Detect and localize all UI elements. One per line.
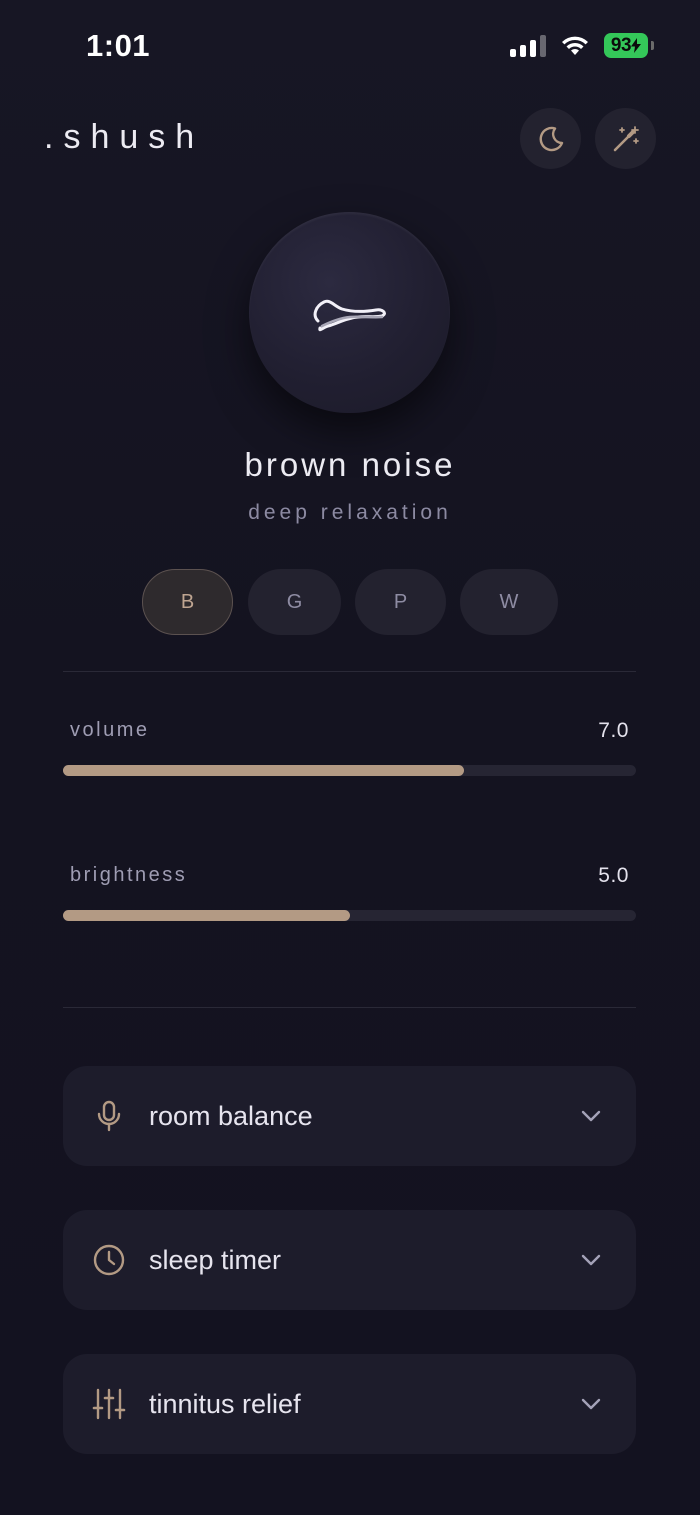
status-time: 1:01 [86,28,151,63]
noise-title: brown noise [244,446,456,483]
battery-indicator: 93 [604,33,654,58]
volume-value: 7.0 [598,719,629,742]
noise-type-pink[interactable]: P [355,569,446,635]
magic-wand-button[interactable] [595,108,656,169]
night-mode-button[interactable] [520,108,581,169]
tinnitus-relief-label: tinnitus relief [149,1388,301,1419]
room-balance-section[interactable]: room balance [63,1066,636,1166]
volume-label: volume [70,719,150,741]
noise-type-brown[interactable]: B [142,569,233,635]
sleep-timer-section[interactable]: sleep timer [63,1210,636,1310]
divider [63,1007,636,1008]
noise-play-orb[interactable] [249,212,450,413]
brightness-slider[interactable] [63,910,636,921]
chevron-down-icon [581,1254,601,1266]
brightness-label: brightness [70,864,188,886]
room-balance-label: room balance [149,1100,313,1131]
brightness-value: 5.0 [598,864,629,887]
brightness-slider-fill [63,910,350,921]
magic-wand-icon [613,125,639,151]
divider [63,671,636,672]
squiggle-wave-icon [313,299,386,331]
moon-icon [539,126,563,151]
noise-type-white[interactable]: W [460,569,558,635]
app-logo: .shush [44,118,205,156]
status-icons: 93 [510,33,654,58]
app-screen: 1:01 93 .shush brown noise deep relaxati… [0,0,700,1515]
chevron-down-icon [581,1110,601,1122]
sliders-icon [92,1388,126,1420]
microphone-icon [97,1100,121,1132]
noise-type-green[interactable]: G [248,569,341,635]
volume-slider[interactable] [63,765,636,776]
charging-bolt-icon [631,38,642,53]
volume-slider-fill [63,765,465,776]
chevron-down-icon [581,1398,601,1410]
sleep-timer-label: sleep timer [149,1244,282,1275]
tinnitus-relief-section[interactable]: tinnitus relief [63,1354,636,1454]
noise-subtitle: deep relaxation [248,501,452,524]
clock-icon [93,1244,125,1276]
wifi-icon [562,36,588,55]
cellular-signal-icon [510,34,546,57]
battery-level: 93 [610,34,632,56]
